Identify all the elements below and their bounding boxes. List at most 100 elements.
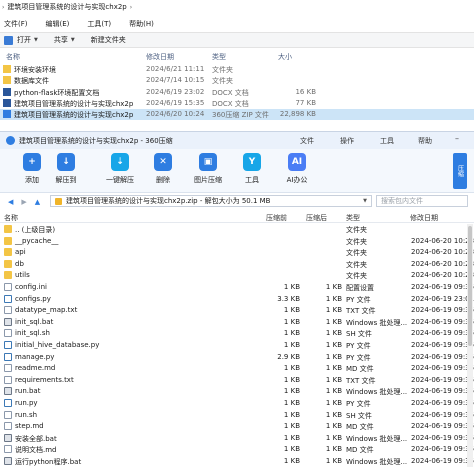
zip-original-size: 1 KB bbox=[325, 445, 342, 454]
batch-file-icon bbox=[4, 317, 12, 326]
file-type: 文件夹 bbox=[212, 66, 233, 74]
new-folder-label: 新建文件夹 bbox=[90, 36, 126, 44]
zip-row[interactable]: 说明文档.md 1 KB 1 KB MD 文件 2024-06-19 09:35 bbox=[0, 444, 474, 455]
tool-tools-button[interactable]: Y 工具 bbox=[232, 153, 272, 185]
explorer-row[interactable]: 建筑项目管理系统的设计与实现chx2p 2024/6/19 15:35 DOCX 文… bbox=[0, 98, 474, 109]
zip-file-type: 文件夹 bbox=[346, 272, 367, 281]
tool-image-compress-button[interactable]: ▣ 图片压缩 bbox=[188, 153, 228, 185]
zip-original-size: 1 KB bbox=[325, 399, 342, 407]
zip-file-modified: 2024-06-19 09:35 bbox=[411, 410, 474, 419]
file-type: 文件夹 bbox=[212, 77, 233, 86]
file-icon bbox=[4, 364, 12, 373]
scrollbar-thumb[interactable] bbox=[468, 226, 472, 346]
zip-row[interactable]: step.md 1 KB 1 KB MD 文件 2024-06-19 09:35 bbox=[0, 421, 474, 432]
column-type[interactable]: 类型 bbox=[212, 52, 226, 62]
file-date: 2024/6/19 23:02 bbox=[146, 87, 205, 96]
zip-file-type: MD 文件 bbox=[346, 365, 374, 374]
explorer-row[interactable]: python-flask环境配置文档 2024/6/19 23:02 DOCX 文档… bbox=[0, 87, 474, 98]
zip-row[interactable]: db 文件夹 2024-06-20 10:23 bbox=[0, 259, 474, 270]
menu-bar: 文件(F) 编辑(E) 工具(T) 帮助(H) bbox=[0, 17, 474, 31]
explorer-row[interactable]: 环境安装环境 2024/6/21 11:11 文件夹 bbox=[0, 64, 474, 75]
zip-row[interactable]: initial_hive_database.py 1 KB 1 KB PY 文件 202… bbox=[0, 340, 474, 351]
file-name: 建筑项目管理系统的设计与实现chx2p bbox=[14, 111, 134, 120]
column-type[interactable]: 类型 bbox=[346, 213, 360, 223]
zip-path-box[interactable]: 建筑项目管理系统的设计与实现chx2p.zip - 解包大小为 50.1 MB … bbox=[50, 195, 372, 207]
explorer-row[interactable]: 数据库文件 2024/7/14 10:15 文件夹 bbox=[0, 75, 474, 86]
tool-delete-button[interactable]: ✕ 删除 bbox=[143, 153, 183, 185]
zip-file-type: MD 文件 bbox=[346, 446, 374, 455]
zip-row[interactable]: __pycache__ 文件夹 2024-06-20 10:23 bbox=[0, 236, 474, 247]
tool-one-click-extract-button[interactable]: ⇣ 一键解压 bbox=[100, 153, 140, 185]
zip-row[interactable]: readme.md 1 KB 1 KB MD 文件 2024-06-19 09:35 bbox=[0, 363, 474, 374]
column-original[interactable]: 压缩后 bbox=[306, 213, 327, 223]
zip-row[interactable]: config.ini 1 KB 1 KB 配置设置 2024-06-19 09:35 bbox=[0, 282, 474, 293]
zip-file-name: __pycache__ bbox=[15, 236, 59, 245]
zip-row[interactable]: 运行python程序.bat 1 KB 1 KB Windows 批处理... 2024… bbox=[0, 456, 474, 467]
tool-extract-button[interactable]: ↓ 解压到 bbox=[46, 153, 86, 185]
search-input[interactable]: 搜索包内文件 bbox=[376, 195, 468, 207]
zip-row[interactable]: run.bat 1 KB 1 KB Windows 批处理... 2024-06-19 … bbox=[0, 386, 474, 397]
share-button[interactable]: 共享 ▼ bbox=[54, 35, 75, 45]
column-date[interactable]: 修改日期 bbox=[146, 52, 174, 62]
zip-file-name: readme.md bbox=[15, 364, 56, 373]
column-size[interactable]: 大小 bbox=[278, 52, 292, 62]
check-panel-button[interactable]: 压缩 bbox=[453, 153, 467, 189]
zip-file-type: TXT 文件 bbox=[346, 376, 376, 385]
menu-tools[interactable]: 工具(T) bbox=[87, 19, 111, 29]
zip-row[interactable]: 安装全部.bat 1 KB 1 KB Windows 批处理... 2024-06-19… bbox=[0, 433, 474, 444]
menu-file[interactable]: 文件(F) bbox=[4, 19, 28, 29]
zip-original-size: 1 KB bbox=[325, 410, 342, 419]
zip-file-name: db bbox=[15, 259, 24, 268]
zip-file-type: Windows 批处理... bbox=[346, 388, 408, 397]
chevron-right-icon[interactable]: › bbox=[130, 4, 132, 11]
column-modified[interactable]: 修改日期 bbox=[410, 213, 438, 223]
file-icon bbox=[4, 283, 12, 291]
minimize-icon[interactable]: – bbox=[455, 134, 459, 143]
zip-menu-file[interactable]: 文件 bbox=[300, 136, 314, 146]
zip-row[interactable]: run.py 1 KB 1 KB PY 文件 2024-06-19 09:35 bbox=[0, 398, 474, 409]
folder-icon bbox=[3, 65, 11, 73]
zip-row[interactable]: api 文件夹 2024-06-20 10:23 bbox=[0, 247, 474, 258]
up-icon[interactable]: ▲ bbox=[35, 198, 40, 206]
back-icon[interactable]: ◀ bbox=[8, 198, 13, 206]
zip-menu-operate[interactable]: 操作 bbox=[340, 136, 354, 146]
chevron-down-icon[interactable]: ▼ bbox=[363, 198, 367, 204]
menu-help[interactable]: 帮助(H) bbox=[129, 19, 154, 29]
file-date: 2024/6/20 10:24 bbox=[146, 110, 205, 119]
forward-icon[interactable]: ▶ bbox=[21, 198, 26, 206]
zip-row[interactable]: run.sh 1 KB 1 KB SH 文件 2024-06-19 09:35 bbox=[0, 410, 474, 421]
share-label: 共享 bbox=[53, 36, 68, 44]
menu-edit[interactable]: 编辑(E) bbox=[46, 19, 70, 29]
column-compressed[interactable]: 压缩前 bbox=[266, 213, 287, 223]
tool-label: 图片压缩 bbox=[194, 176, 222, 184]
open-button[interactable]: 打开 ▼ bbox=[4, 35, 38, 45]
zip-row[interactable]: .. (上级目录) 文件夹 bbox=[0, 224, 474, 235]
zip-menu-tools[interactable]: 工具 bbox=[380, 136, 394, 146]
breadcrumb-folder[interactable]: 建筑项目管理系统的设计与实现chx2p bbox=[7, 2, 126, 12]
zip-menu-help[interactable]: 帮助 bbox=[418, 136, 432, 146]
zip-row[interactable]: init_sql.bat 1 KB 1 KB Windows 批处理... 2024-0… bbox=[0, 317, 474, 328]
zip-original-size: 1 KB bbox=[325, 422, 342, 431]
zip-file-type: 文件夹 bbox=[346, 226, 367, 234]
file-name: python-flask环境配置文档 bbox=[14, 88, 100, 97]
zip-original-size: 1 KB bbox=[325, 283, 342, 291]
zip-file-name: run.py bbox=[15, 399, 38, 407]
column-name[interactable]: 名称 bbox=[4, 213, 18, 223]
zip-row[interactable]: configs.py 3.3 KB 1 KB PY 文件 2024-06-19 23:0… bbox=[0, 294, 474, 305]
zip-file-name: manage.py bbox=[15, 352, 55, 361]
zip-file-name: init_sql.sh bbox=[15, 329, 50, 338]
zip-row[interactable]: requirements.txt 1 KB 1 KB TXT 文件 2024-06-19… bbox=[0, 375, 474, 386]
new-folder-button[interactable]: 新建文件夹 bbox=[91, 35, 126, 45]
zip-row[interactable]: manage.py 2.9 KB 1 KB PY 文件 2024-06-19 09:35 bbox=[0, 352, 474, 363]
column-name[interactable]: 名称 bbox=[6, 52, 20, 62]
zip-file-type: PY 文件 bbox=[346, 400, 371, 408]
zip-row[interactable]: init_sql.sh 1 KB 1 KB SH 文件 2024-06-19 09:35 bbox=[0, 328, 474, 339]
word-doc-icon bbox=[3, 98, 11, 107]
zip-row[interactable]: utils 文件夹 2024-06-20 10:23 bbox=[0, 270, 474, 281]
explorer-row[interactable]: 建筑项目管理系统的设计与实现chx2p 2024/6/20 10:24 360压缩 … bbox=[0, 109, 474, 121]
scrollbar[interactable] bbox=[467, 224, 473, 467]
tool-ai-office-button[interactable]: AI AI办公 bbox=[277, 153, 317, 185]
zip-row[interactable]: datatype_map.txt 1 KB 1 KB TXT 文件 2024-06-19… bbox=[0, 305, 474, 316]
zip-original-size: 1 KB bbox=[325, 341, 342, 349]
address-bar[interactable]: › 建筑项目管理系统的设计与实现chx2p › bbox=[0, 0, 474, 14]
